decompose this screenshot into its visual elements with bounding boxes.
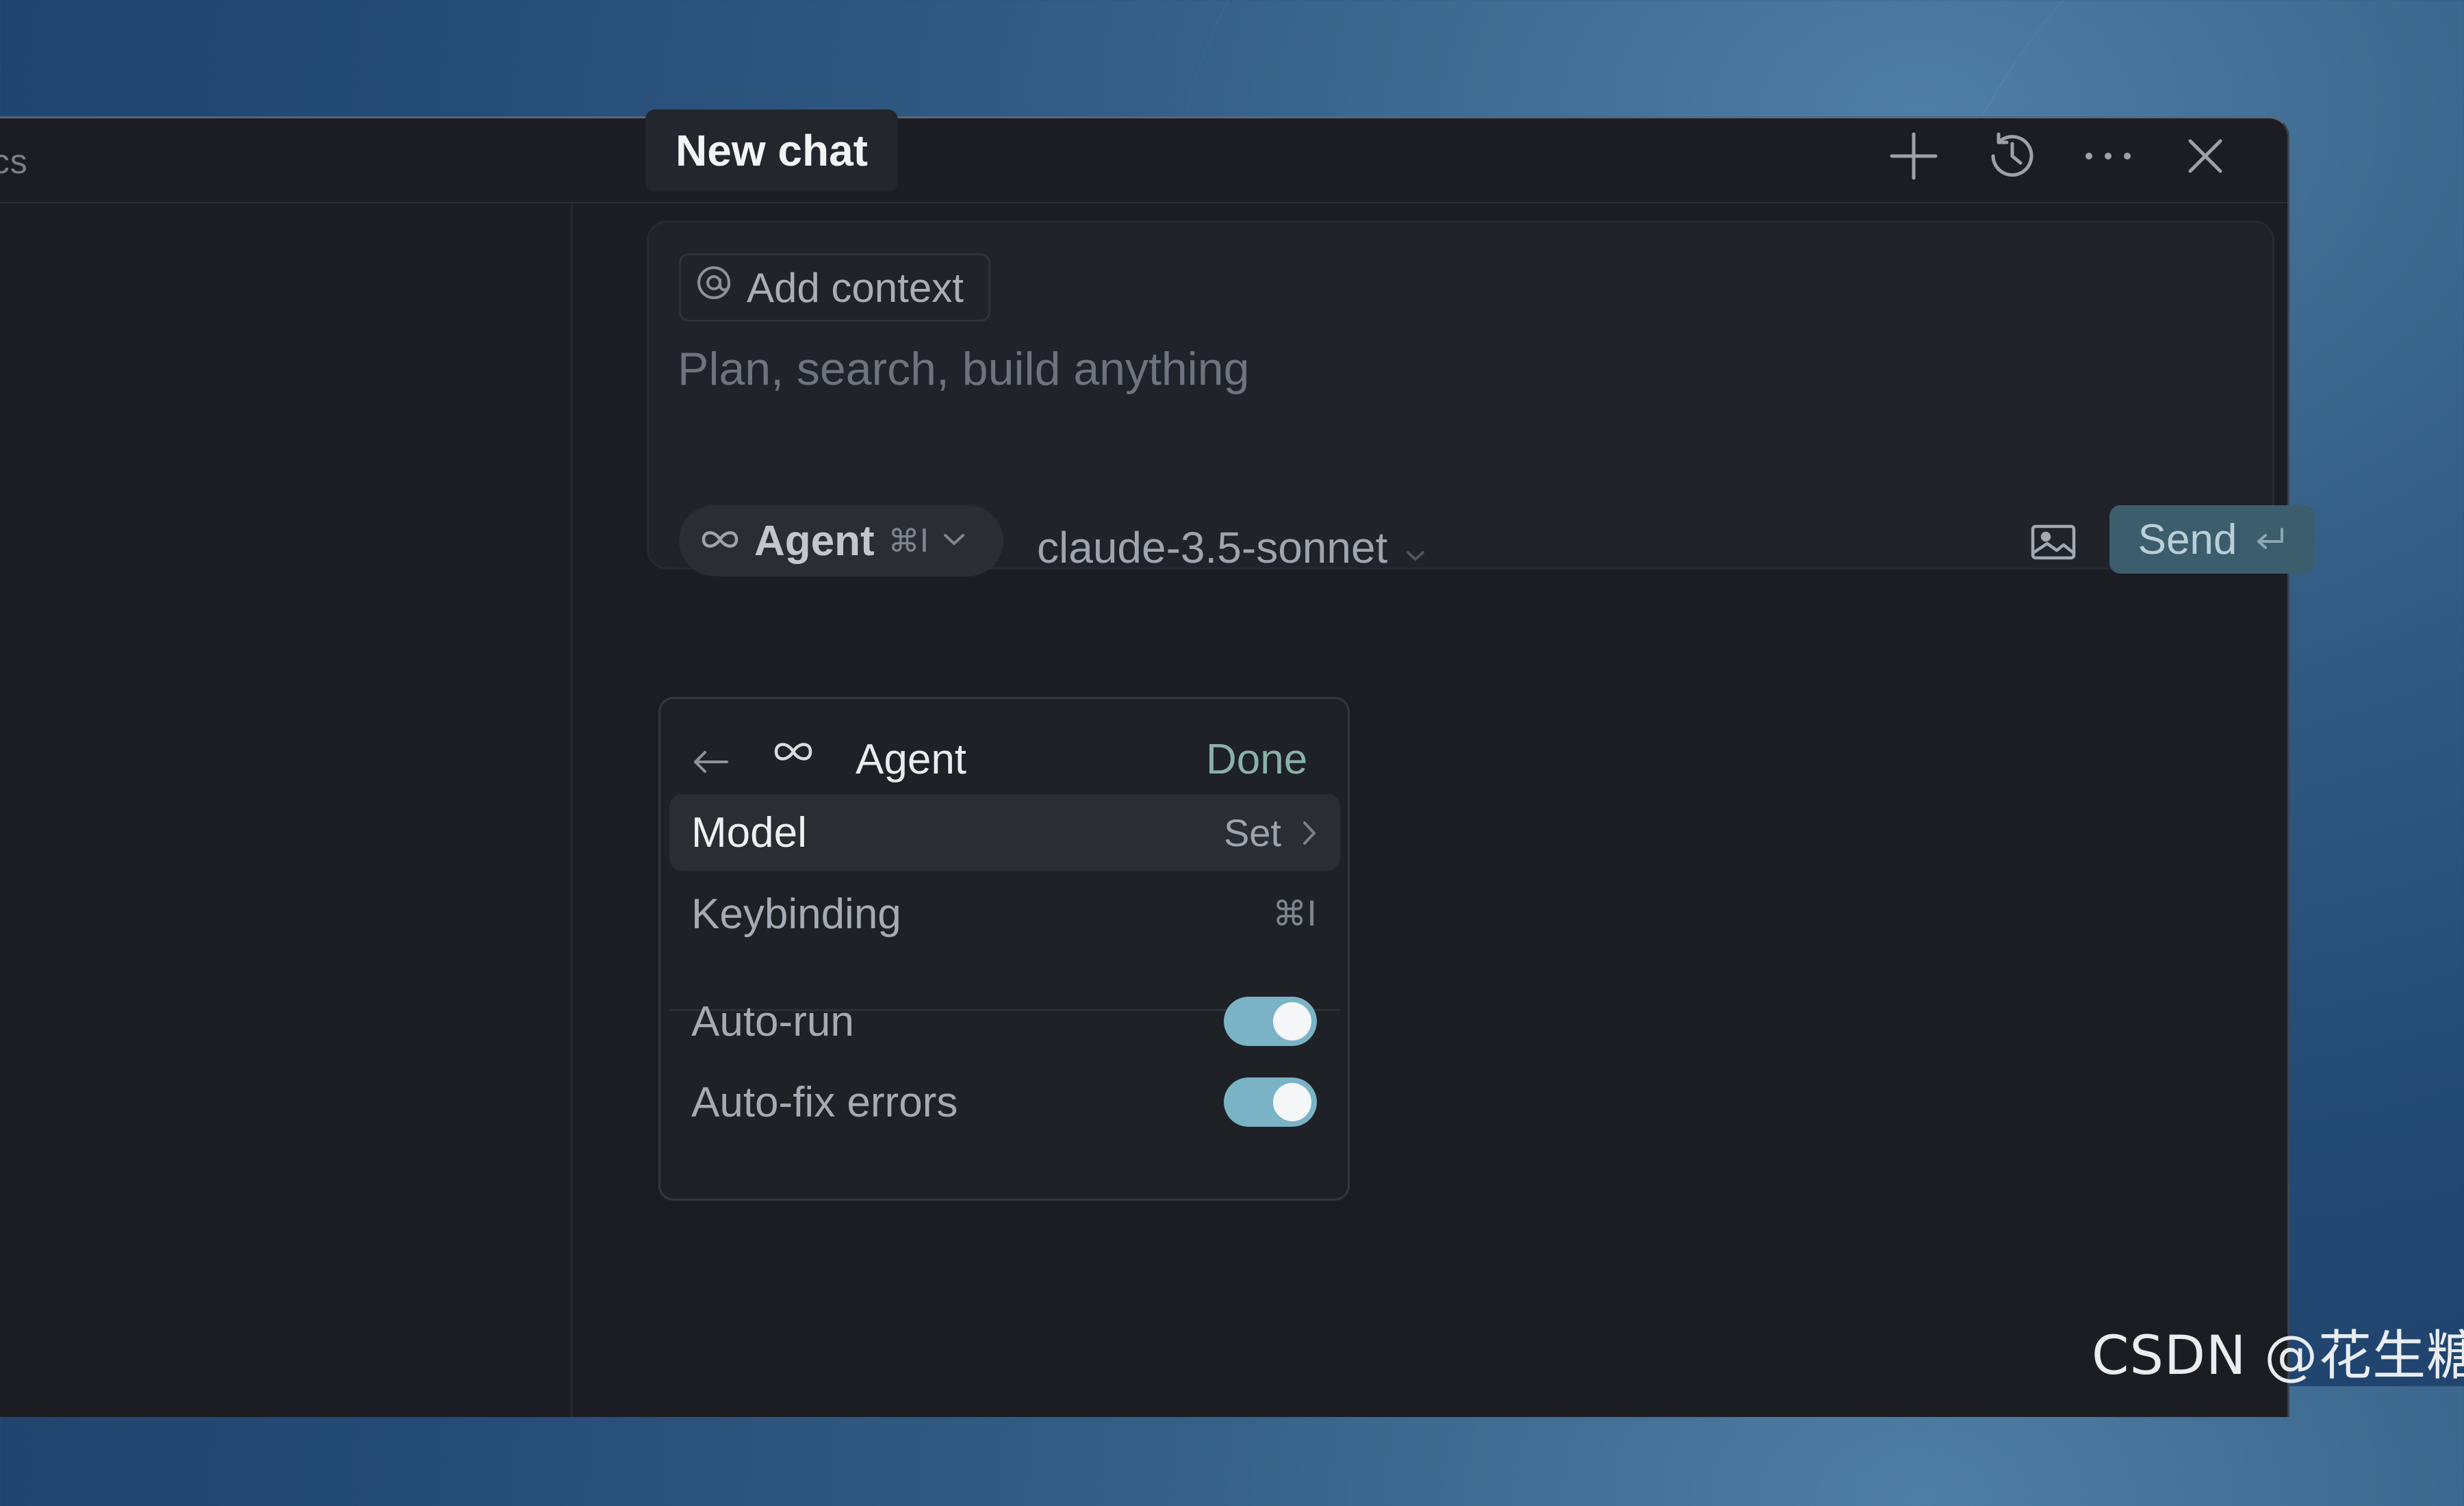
auto-run-label: Auto-run: [691, 997, 854, 1045]
popup-title: Agent: [856, 736, 967, 783]
window-title: ocs: [0, 142, 28, 181]
infinity-icon: [772, 739, 814, 767]
infinity-icon: [700, 528, 741, 554]
auto-fix-row: Auto-fix errors: [669, 1064, 1340, 1140]
more-icon[interactable]: [2081, 129, 2135, 183]
title-bar: ocs: [0, 118, 2287, 203]
mode-shortcut: ⌘I: [888, 522, 929, 559]
keybinding-row[interactable]: Keybinding ⌘I: [669, 876, 1340, 952]
keybinding-row-label: Keybinding: [691, 890, 901, 938]
auto-fix-toggle[interactable]: [1224, 1077, 1317, 1127]
send-label: Send: [2138, 515, 2237, 563]
model-row[interactable]: Model Set: [669, 794, 1340, 871]
image-icon[interactable]: [2026, 515, 2081, 570]
add-context-button[interactable]: Add context: [679, 253, 990, 322]
chevron-right-icon: [1302, 811, 1317, 855]
mode-selector[interactable]: Agent ⌘I: [679, 505, 1003, 576]
done-button[interactable]: Done: [1206, 735, 1307, 784]
add-context-label: Add context: [747, 264, 964, 311]
send-button[interactable]: Send: [2109, 505, 2315, 574]
at-icon: [695, 264, 733, 311]
back-arrow-icon[interactable]: [684, 736, 736, 788]
auto-fix-label: Auto-fix errors: [691, 1078, 958, 1126]
chevron-down-icon: [942, 532, 966, 550]
close-icon[interactable]: [2178, 129, 2233, 183]
enter-icon: [2255, 515, 2286, 564]
auto-run-row: Auto-run: [669, 983, 1340, 1060]
plus-icon[interactable]: [1886, 129, 1941, 183]
history-icon[interactable]: [1985, 129, 2040, 183]
chat-title-tab[interactable]: New chat: [645, 110, 898, 192]
model-label: claude-3.5-sonnet: [1037, 523, 1388, 572]
model-row-value: Set: [1223, 811, 1281, 854]
model-row-label: Model: [691, 808, 807, 856]
watermark-text: CSDN @花生糖@: [2092, 1325, 2464, 1387]
model-selector[interactable]: claude-3.5-sonnet: [1037, 520, 1426, 575]
auto-run-toggle[interactable]: [1224, 997, 1317, 1046]
editor-pane: [0, 203, 573, 1417]
keybinding-value: ⌘I: [1272, 894, 1317, 934]
mode-label: Agent: [754, 517, 875, 565]
prompt-input[interactable]: [678, 342, 2183, 396]
chevron-down-icon: [1405, 522, 1426, 573]
